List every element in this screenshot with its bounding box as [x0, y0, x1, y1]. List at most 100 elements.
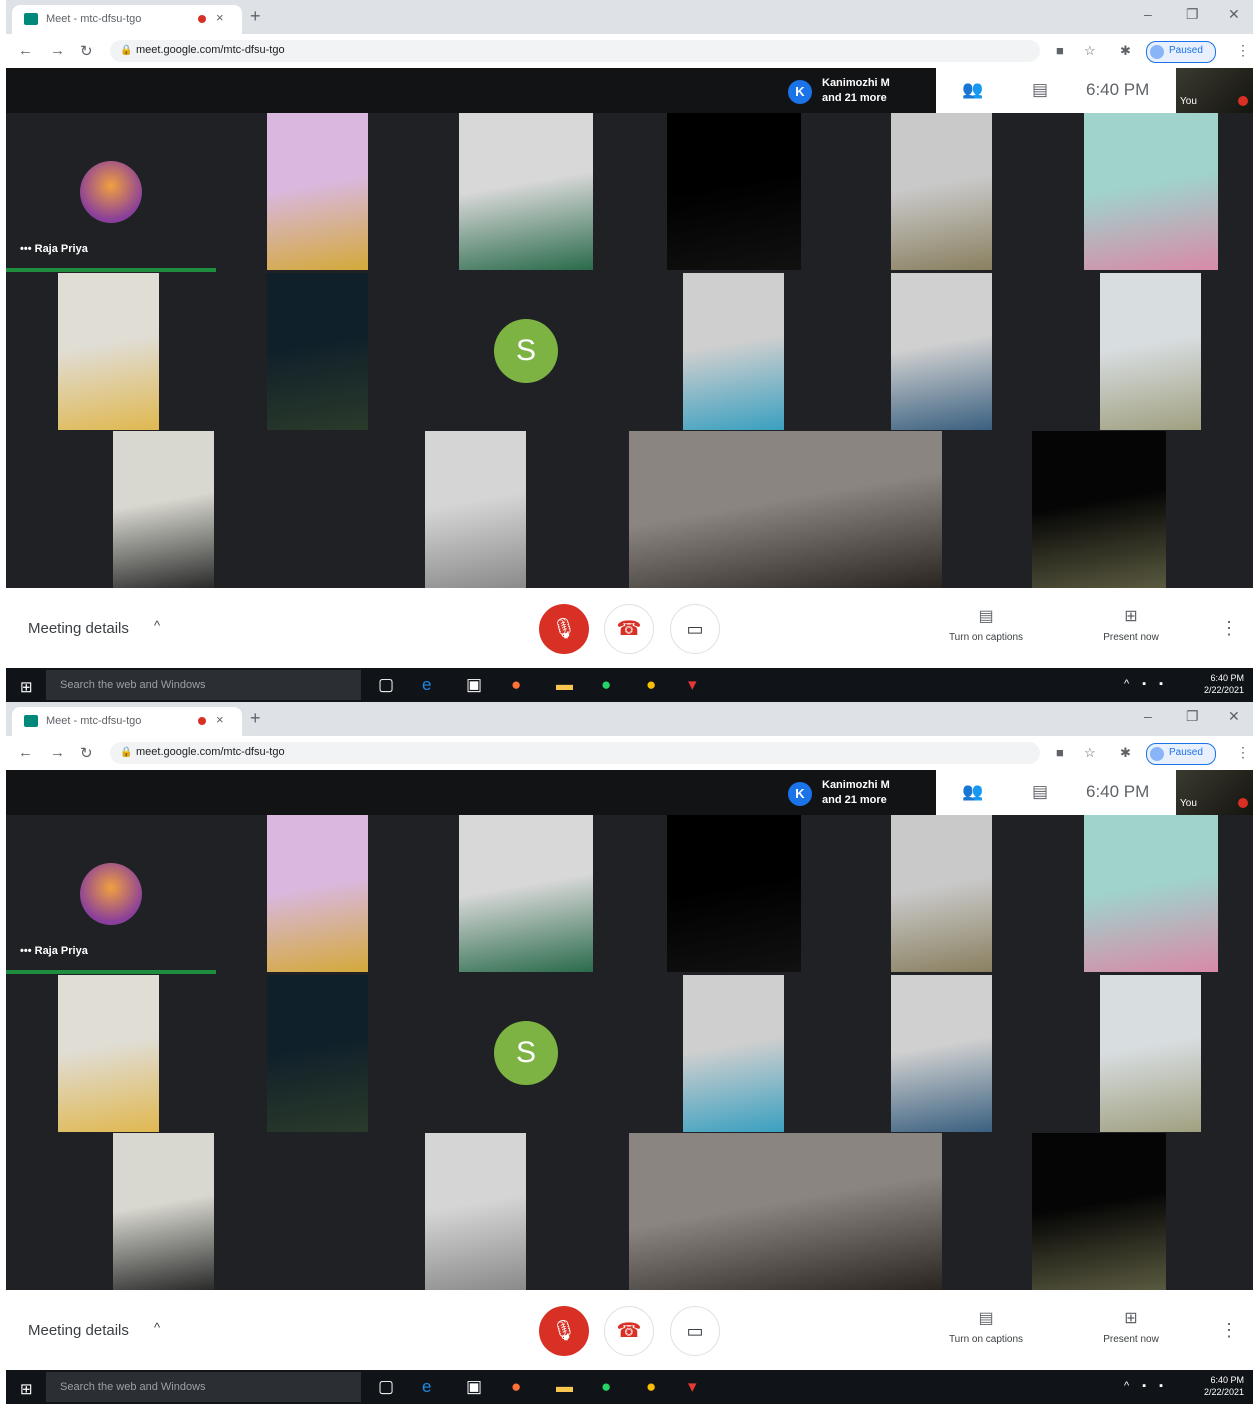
store-icon[interactable]: ▣ [466, 1377, 482, 1397]
chrome-icon[interactable]: ● [646, 675, 656, 695]
more-options-icon[interactable]: ⋮ [1220, 618, 1238, 639]
minimize-button[interactable]: – [1144, 708, 1152, 724]
leave-call-button[interactable]: ☎ [604, 1306, 654, 1356]
edge-icon[interactable]: e [422, 675, 431, 695]
system-tray-icons[interactable]: ^ ▪ ▪ [1124, 678, 1168, 690]
edge-icon[interactable]: e [422, 1377, 431, 1397]
restore-button[interactable]: ❐ [1186, 6, 1199, 23]
taskbar-search[interactable]: Search the web and Windows [46, 670, 361, 700]
camera-extension-icon[interactable]: ■ [1056, 43, 1064, 58]
reload-button[interactable]: ↻ [80, 42, 93, 60]
mic-muted-button[interactable]: 🎙 [539, 604, 589, 654]
tile-participant-8[interactable] [683, 273, 784, 430]
tile-participant-9[interactable] [891, 975, 992, 1132]
chevron-up-icon[interactable]: ^ [154, 618, 160, 633]
tile-participant-10[interactable] [1100, 975, 1201, 1132]
tile-participant-9[interactable] [891, 273, 992, 430]
participants-chip[interactable]: K Kanimozhi M and 21 more [786, 72, 936, 110]
browser-tab[interactable]: Meet - mtc-dfsu-tgo × [12, 5, 242, 34]
tile-participant-11[interactable] [113, 1133, 214, 1290]
back-button[interactable]: ← [18, 42, 33, 59]
captions-button[interactable]: ▤ Turn on captions [931, 1308, 1041, 1345]
tile-raja-priya[interactable]: ••• Raja Priya [6, 113, 221, 273]
camera-button[interactable]: ▭ [670, 1306, 720, 1356]
browser-tab[interactable]: Meet - mtc-dfsu-tgo × [12, 707, 242, 736]
self-view-thumbnail[interactable]: You [1176, 68, 1253, 113]
file-explorer-icon[interactable]: ▬ [556, 1377, 573, 1397]
leave-call-button[interactable]: ☎ [604, 604, 654, 654]
back-button[interactable]: ← [18, 744, 33, 761]
app-icon[interactable]: ▾ [688, 1377, 697, 1397]
windows-start-icon[interactable]: ⊞ [20, 1380, 33, 1398]
omnibox[interactable]: 🔒 meet.google.com/mtc-dfsu-tgo [110, 40, 1040, 62]
tile-participant-6[interactable] [58, 273, 159, 430]
participants-chip[interactable]: K Kanimozhi M and 21 more [786, 774, 936, 812]
task-view-icon[interactable]: ▢ [378, 675, 394, 695]
reload-button[interactable]: ↻ [80, 744, 93, 762]
tile-participant-7[interactable] [267, 975, 368, 1132]
forward-button[interactable]: → [50, 744, 65, 761]
meeting-details-button[interactable]: Meeting details [28, 1322, 129, 1339]
tile-participant-1[interactable] [267, 113, 368, 270]
tile-participant-2[interactable] [459, 113, 593, 270]
tile-participant-13[interactable] [629, 1133, 942, 1290]
camera-button[interactable]: ▭ [670, 604, 720, 654]
tile-participant-13[interactable] [629, 431, 942, 588]
new-tab-button[interactable]: + [250, 708, 261, 729]
omnibox[interactable]: 🔒 meet.google.com/mtc-dfsu-tgo [110, 742, 1040, 764]
self-view-thumbnail[interactable]: You [1176, 770, 1253, 815]
close-window-button[interactable]: ✕ [1228, 6, 1240, 23]
profile-paused-button[interactable]: Paused [1146, 41, 1216, 63]
minimize-button[interactable]: – [1144, 6, 1152, 22]
tile-participant-12[interactable] [425, 1133, 526, 1290]
tile-raja-priya[interactable]: ••• Raja Priya [6, 815, 221, 975]
firefox-icon[interactable]: ● [511, 1377, 521, 1397]
meeting-details-button[interactable]: Meeting details [28, 620, 129, 637]
star-icon[interactable]: ☆ [1084, 745, 1096, 761]
file-explorer-icon[interactable]: ▬ [556, 675, 573, 695]
star-icon[interactable]: ☆ [1084, 43, 1096, 59]
tile-participant-1[interactable] [267, 815, 368, 972]
present-now-button[interactable]: ⊞ Present now [1076, 606, 1186, 643]
tab-close-icon[interactable]: × [216, 712, 224, 727]
tile-participant-4[interactable] [891, 815, 992, 972]
tile-participant-4[interactable] [891, 113, 992, 270]
tile-participant-7[interactable] [267, 273, 368, 430]
whatsapp-icon[interactable]: ● [601, 1377, 611, 1397]
task-view-icon[interactable]: ▢ [378, 1377, 394, 1397]
firefox-icon[interactable]: ● [511, 675, 521, 695]
extensions-icon[interactable]: ✱ [1120, 745, 1131, 761]
chat-icon[interactable]: ▤ [1032, 80, 1048, 100]
tile-participant-10[interactable] [1100, 273, 1201, 430]
restore-button[interactable]: ❐ [1186, 708, 1199, 725]
tile-participant-14[interactable] [1032, 431, 1166, 588]
tile-participant-8[interactable] [683, 975, 784, 1132]
tile-participant-12[interactable] [425, 431, 526, 588]
camera-extension-icon[interactable]: ■ [1056, 745, 1064, 760]
tile-participant-14[interactable] [1032, 1133, 1166, 1290]
store-icon[interactable]: ▣ [466, 675, 482, 695]
tile-participant-2[interactable] [459, 815, 593, 972]
extensions-icon[interactable]: ✱ [1120, 43, 1131, 59]
avatar-s[interactable]: S [494, 319, 558, 383]
system-tray-icons[interactable]: ^ ▪ ▪ [1124, 1380, 1168, 1392]
tile-participant-3[interactable] [667, 815, 801, 972]
chrome-icon[interactable]: ● [646, 1377, 656, 1397]
tile-participant-3[interactable] [667, 113, 801, 270]
tile-participant-5[interactable] [1084, 113, 1218, 270]
present-now-button[interactable]: ⊞ Present now [1076, 1308, 1186, 1345]
tile-participant-11[interactable] [113, 431, 214, 588]
chevron-up-icon[interactable]: ^ [154, 1320, 160, 1335]
close-window-button[interactable]: ✕ [1228, 708, 1240, 725]
browser-menu-icon[interactable]: ⋮ [1236, 744, 1250, 761]
new-tab-button[interactable]: + [250, 6, 261, 27]
people-icon[interactable]: 👥 [962, 782, 983, 802]
tab-close-icon[interactable]: × [216, 10, 224, 25]
tile-participant-6[interactable] [58, 975, 159, 1132]
taskbar-search[interactable]: Search the web and Windows [46, 1372, 361, 1402]
taskbar-clock[interactable]: 6:40 PM 2/22/2021 [1194, 672, 1244, 696]
app-icon[interactable]: ▾ [688, 675, 697, 695]
taskbar-clock[interactable]: 6:40 PM 2/22/2021 [1194, 1374, 1244, 1398]
captions-button[interactable]: ▤ Turn on captions [931, 606, 1041, 643]
windows-start-icon[interactable]: ⊞ [20, 678, 33, 696]
